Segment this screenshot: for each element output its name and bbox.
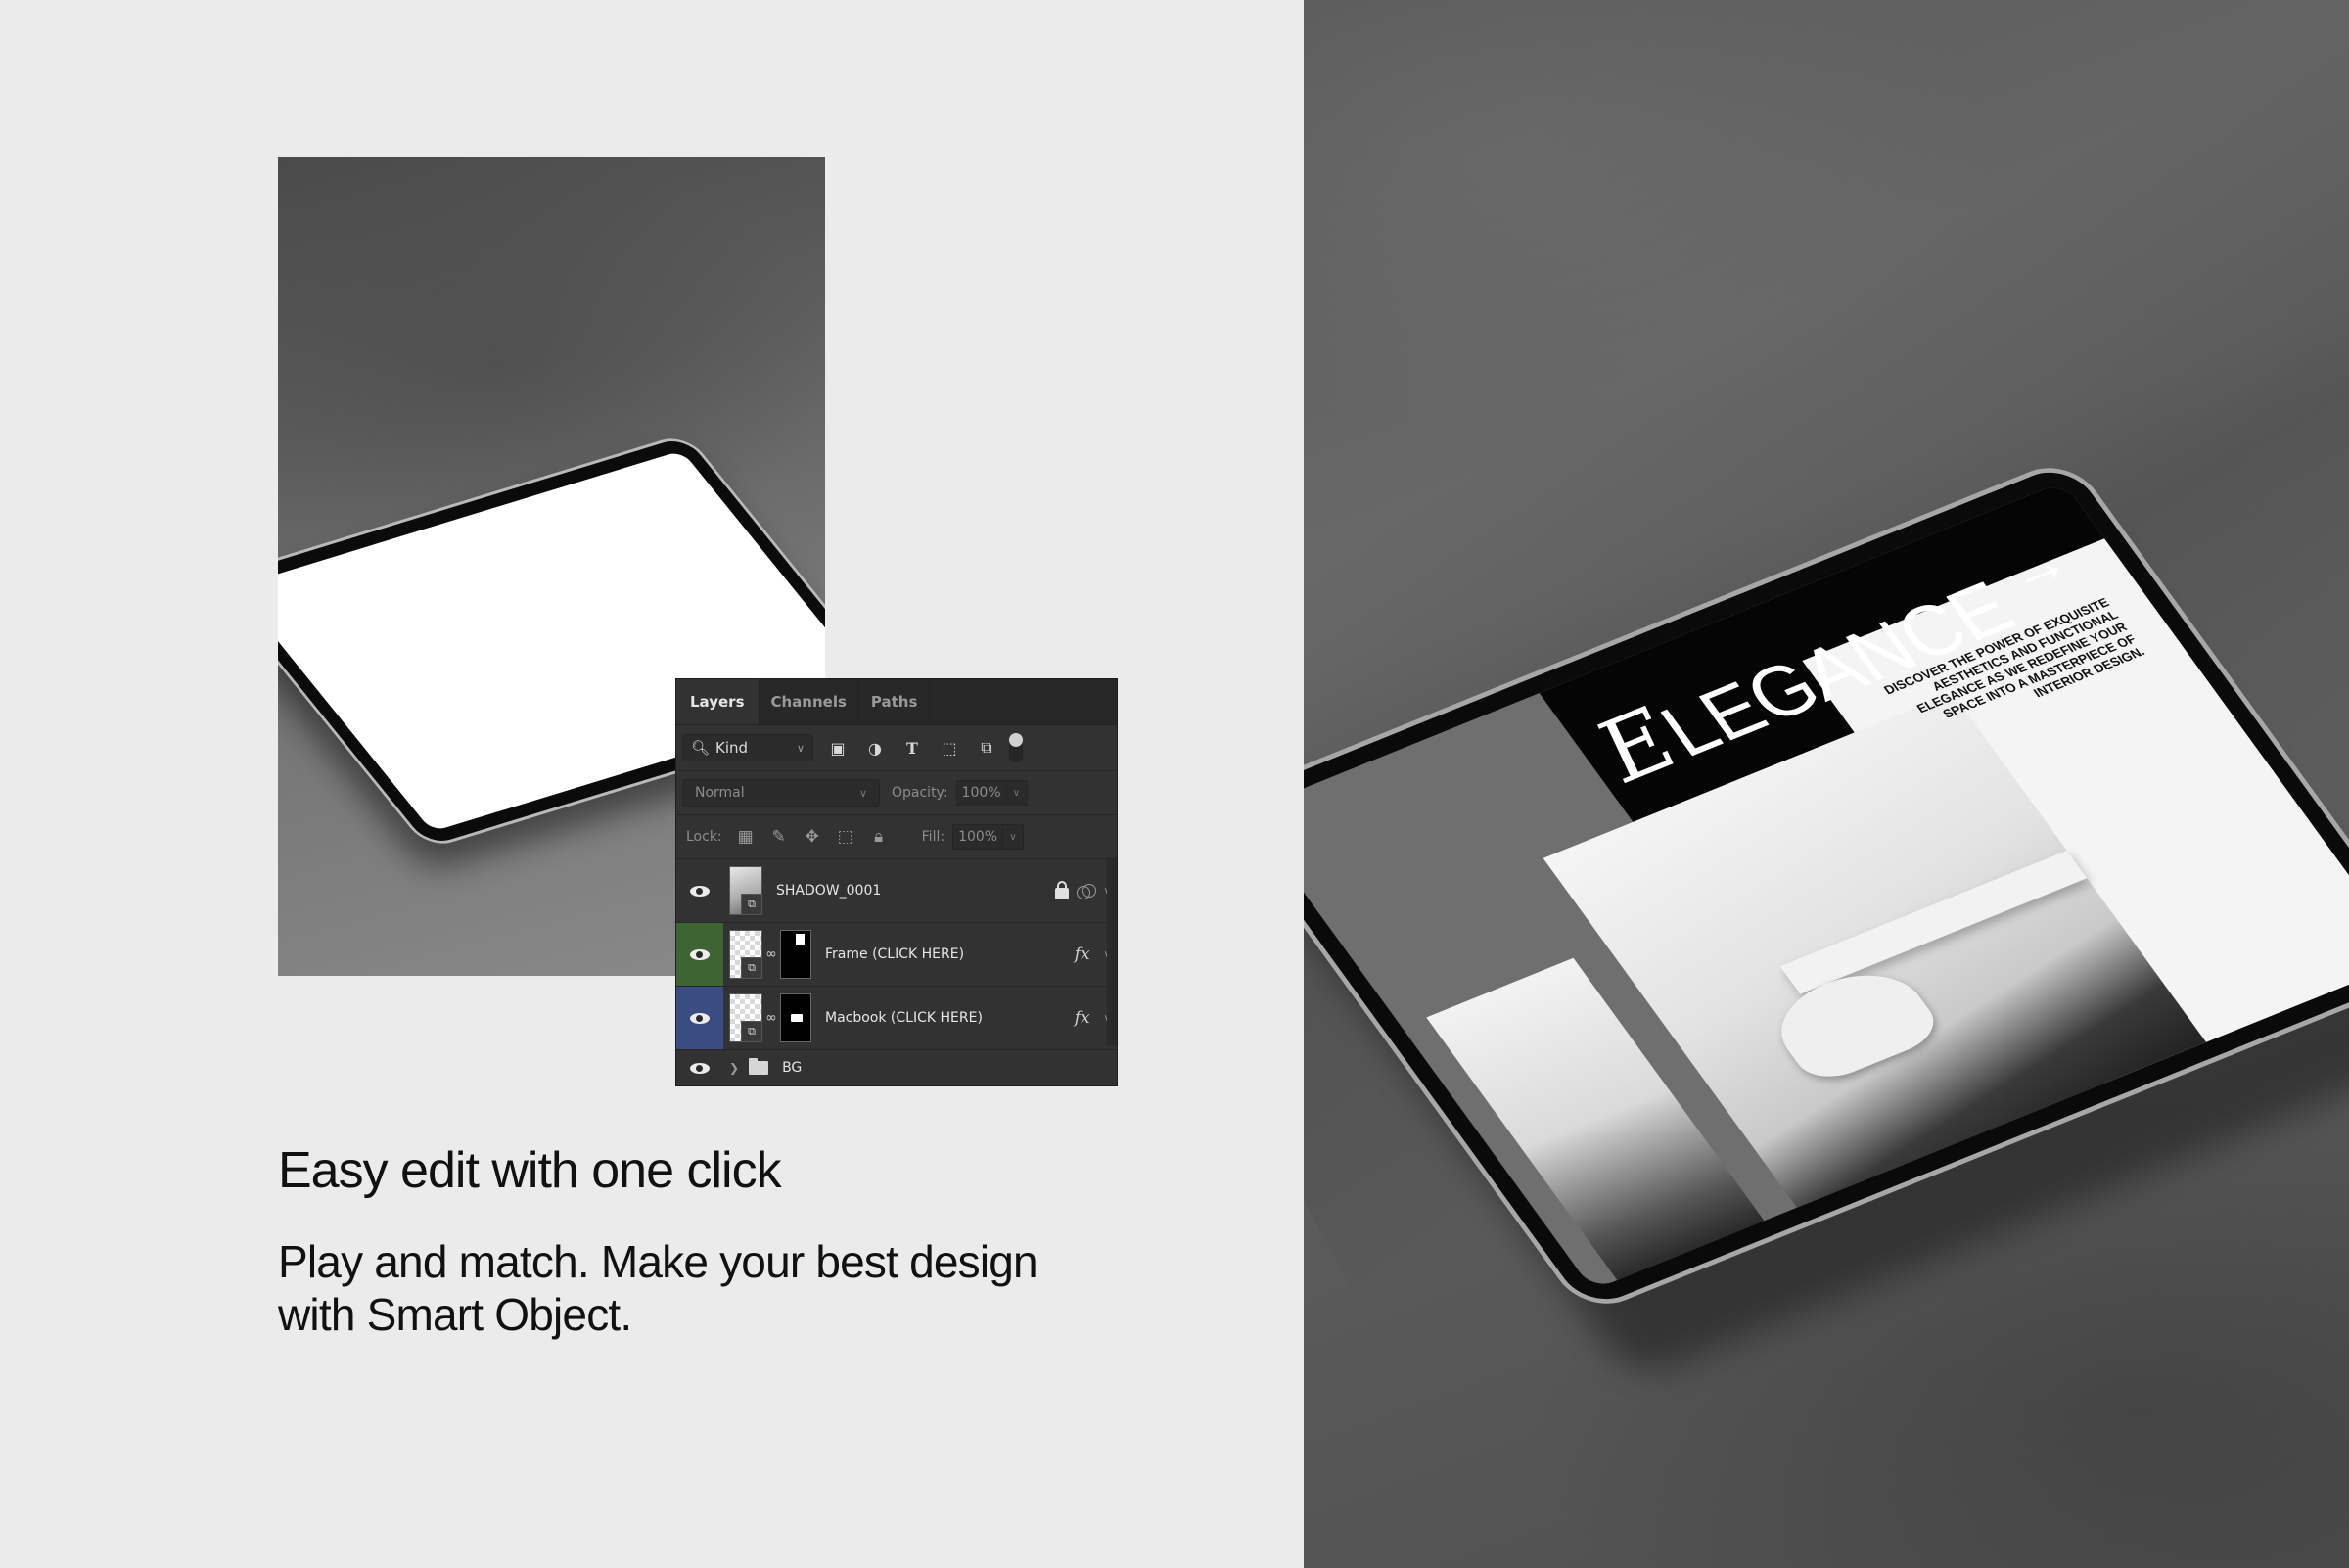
visibility-toggle[interactable] (676, 923, 723, 986)
tablet-mockup: ELEGANCE → Discover the power of exquisi… (1304, 455, 2349, 1382)
chevron-down-icon: ∨ (858, 786, 867, 800)
lock-image-pixels-brush-icon[interactable]: ✎ (769, 827, 789, 847)
eye-icon (690, 948, 710, 960)
layer-row-macbook[interactable]: ⧉ ∞ Macbook (CLICK HERE) fx ∨ (676, 987, 1117, 1050)
desk-shape (1779, 850, 2088, 994)
layer-name: BG (782, 1060, 803, 1076)
layer-row-shadow[interactable]: ⧉ SHADOW_0001 ∨ (676, 859, 1117, 923)
fill-label: Fill: (921, 829, 945, 845)
chevron-right-icon[interactable]: ❯ (729, 1061, 739, 1075)
layers-scrollbar[interactable] (1107, 859, 1117, 1045)
filter-row: 🔍︎ Kind ∨ ▣ ◑ T ⬚ ⧉ (676, 725, 1117, 771)
kind-filter-select[interactable]: 🔍︎ Kind ∨ (682, 734, 813, 761)
layer-name: Frame (CLICK HERE) (825, 946, 965, 962)
eye-icon (690, 1012, 710, 1024)
layer-row-controls: fx ∨ (1075, 987, 1111, 1049)
tablet-screen: ELEGANCE → Discover the power of exquisi… (1304, 481, 2349, 1291)
chevron-down-icon[interactable]: ∨ (1007, 781, 1027, 805)
lock-position-move-icon[interactable]: ✥ (803, 827, 822, 847)
lock-transparent-pixels-icon[interactable]: ▦ (736, 827, 756, 847)
link-icon[interactable]: ∞ (762, 946, 780, 962)
blend-mode-value: Normal (695, 785, 745, 801)
subcopy-line-1: Play and match. Make your best design (278, 1236, 1038, 1287)
folder-icon (749, 1058, 769, 1075)
tab-paths[interactable]: Paths (859, 679, 931, 724)
blend-options-icon (1076, 884, 1096, 899)
panel-tabs: Layers Channels Paths (676, 679, 1117, 725)
layer-row-controls: ∨ (1054, 859, 1111, 922)
chevron-down-icon: ∨ (796, 741, 805, 755)
blend-mode-select[interactable]: Normal ∨ (682, 779, 880, 807)
right-pane-mockup-photo: ELEGANCE → Discover the power of exquisi… (1304, 0, 2349, 1568)
layer-thumbnail: ⧉ (729, 930, 762, 979)
visibility-toggle[interactable] (676, 859, 723, 922)
layers-panel: Layers Channels Paths 🔍︎ Kind ∨ ▣ ◑ T ⬚ … (675, 678, 1118, 1086)
opacity-field[interactable]: 100% ∨ (955, 780, 1028, 806)
link-icon[interactable]: ∞ (762, 1010, 780, 1026)
chevron-down-icon[interactable]: ∨ (1003, 825, 1023, 849)
layer-mask-thumbnail[interactable] (780, 930, 811, 979)
smart-object-icon: ⧉ (741, 1021, 762, 1042)
layer-thumbnail: ⧉ (729, 993, 762, 1042)
fill-field[interactable]: 100% ∨ (952, 824, 1025, 850)
left-pane: Layers Channels Paths 🔍︎ Kind ∨ ▣ ◑ T ⬚ … (0, 0, 1304, 1568)
lock-icon (1054, 881, 1069, 899)
tab-layers[interactable]: Layers (676, 679, 760, 724)
kind-label: Kind (715, 739, 749, 757)
lock-all-icon[interactable]: 🔒︎ (869, 827, 889, 847)
fx-icon[interactable]: fx (1075, 1008, 1090, 1028)
fill-value: 100% (953, 825, 1004, 849)
search-icon: 🔍︎ (691, 739, 711, 757)
layer-name: Macbook (CLICK HERE) (825, 1010, 983, 1026)
fill-control: Fill: 100% ∨ (921, 824, 1025, 850)
type-filter-icon[interactable]: T (899, 735, 925, 761)
opacity-value: 100% (957, 781, 1007, 805)
blend-row: Normal ∨ Opacity: 100% ∨ (676, 771, 1117, 815)
layer-thumbnail: ⧉ (729, 866, 762, 915)
layer-name: SHADOW_0001 (776, 883, 882, 899)
fx-icon[interactable]: fx (1075, 945, 1090, 964)
subcopy: Play and match. Make your best design wi… (278, 1235, 1120, 1341)
subcopy-line-2: with Smart Object. (278, 1289, 632, 1340)
lock-label: Lock: (686, 829, 722, 845)
layer-row-controls: fx ∨ (1075, 923, 1111, 986)
opacity-label: Opacity: (892, 785, 948, 801)
eye-icon (690, 1062, 710, 1074)
tab-channels[interactable]: Channels (760, 679, 859, 724)
layer-list: ⧉ SHADOW_0001 ∨ ⧉ ∞ Frame (CLICK HERE) f… (676, 859, 1117, 1085)
visibility-toggle[interactable] (676, 1050, 723, 1085)
adjustment-filter-icon[interactable]: ◑ (862, 735, 888, 761)
eye-icon (690, 885, 710, 897)
image-filter-icon[interactable]: ▣ (825, 735, 851, 761)
shape-filter-icon[interactable]: ⬚ (937, 735, 962, 761)
filter-toggle[interactable] (1009, 733, 1023, 762)
visibility-toggle[interactable] (676, 987, 723, 1049)
layer-mask-thumbnail[interactable] (780, 993, 811, 1042)
lock-artboard-icon[interactable]: ⬚ (836, 827, 855, 847)
smart-object-filter-icon[interactable]: ⧉ (974, 735, 999, 761)
smart-object-icon: ⧉ (741, 894, 762, 915)
headline: Easy edit with one click (278, 1142, 782, 1199)
lock-row: Lock: ▦ ✎ ✥ ⬚ 🔒︎ Fill: 100% ∨ (676, 815, 1117, 859)
layer-row-frame[interactable]: ⧉ ∞ Frame (CLICK HERE) fx ∨ (676, 923, 1117, 987)
smart-object-icon: ⧉ (741, 957, 762, 979)
layer-row-bg-group[interactable]: ❯ BG (676, 1050, 1117, 1085)
